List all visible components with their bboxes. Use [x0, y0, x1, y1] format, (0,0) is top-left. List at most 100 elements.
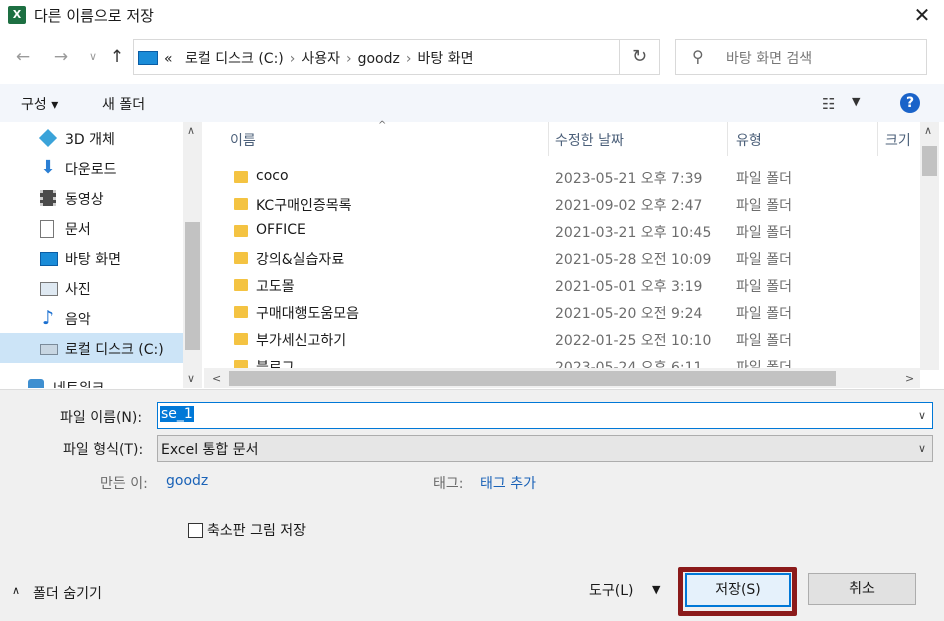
organize-button[interactable]: 구성 ▾ — [21, 94, 58, 114]
view-dropdown-icon[interactable]: ▼ — [852, 95, 860, 108]
sidebar-item-pictures[interactable]: 사진 — [0, 273, 183, 303]
close-button[interactable]: ✕ — [900, 0, 944, 30]
download-icon: ⬇ — [40, 157, 56, 178]
search-box[interactable]: ⚲ 바탕 화면 검색 — [675, 39, 927, 75]
search-input[interactable]: 바탕 화면 검색 — [726, 48, 812, 68]
column-divider[interactable] — [877, 122, 878, 156]
file-row[interactable]: 고도몰 2021-05-01 오후 3:19 파일 폴더 — [204, 272, 920, 299]
add-tag-link[interactable]: 태그 추가 — [480, 473, 536, 493]
chevron-down-icon[interactable]: ∨ — [918, 409, 926, 422]
sidebar-scrollbar-thumb[interactable] — [185, 222, 200, 350]
folder-icon — [234, 333, 248, 345]
column-header-type[interactable]: 유형 — [736, 130, 762, 150]
up-arrow-icon[interactable]: ↑ — [104, 44, 130, 70]
help-icon[interactable]: ? — [900, 93, 920, 113]
file-list-header: 이름 수정한 날짜 유형 크기 — [204, 122, 920, 156]
sidebar-item-local-disk[interactable]: 로컬 디스크 (C:) — [0, 333, 183, 363]
column-divider[interactable] — [548, 122, 549, 156]
tools-dropdown-icon[interactable]: ▼ — [652, 583, 660, 596]
filetype-label: 파일 형식(T): — [63, 442, 144, 458]
author-label: 만든 이: — [100, 476, 148, 492]
chevron-up-icon[interactable]: ∧ — [12, 584, 20, 597]
save-button[interactable]: 저장(S) — [685, 573, 791, 607]
sidebar-item-videos[interactable]: 동영상 — [0, 183, 183, 213]
author-value[interactable]: goodz — [166, 473, 208, 489]
document-icon — [40, 220, 54, 238]
sidebar-item-desktop[interactable]: 바탕 화면 — [0, 243, 183, 273]
scroll-down-icon[interactable]: ∨ — [187, 372, 195, 385]
sidebar-item-label: 네트워크 — [53, 378, 105, 388]
folder-icon — [234, 306, 248, 318]
folder-icon — [234, 360, 248, 368]
file-name: 블로그 — [256, 360, 295, 368]
column-header-name[interactable]: 이름 — [230, 130, 256, 150]
file-name: 고도몰 — [256, 279, 295, 295]
breadcrumb-item-users[interactable]: 사용자 — [301, 51, 340, 67]
tags-label: 태그: — [433, 476, 464, 492]
breadcrumb-item-desktop[interactable]: 바탕 화면 — [417, 51, 473, 67]
refresh-icon[interactable]: ↻ — [620, 39, 660, 75]
filename-input[interactable]: se_1 ∨ — [157, 402, 933, 429]
file-row[interactable]: coco 2023-05-21 오후 7:39 파일 폴더 — [204, 164, 920, 191]
file-date: 2023-05-21 오후 7:39 — [555, 171, 703, 187]
sidebar-item-documents[interactable]: 문서 — [0, 213, 183, 243]
save-thumbnail-checkbox[interactable] — [188, 523, 203, 538]
sidebar-item-label: 로컬 디스크 (C:) — [65, 342, 164, 358]
file-date: 2021-09-02 오후 2:47 — [555, 198, 703, 214]
scroll-up-icon[interactable]: ∧ — [187, 124, 195, 137]
cube-icon — [38, 128, 58, 148]
cancel-button[interactable]: 취소 — [808, 573, 916, 605]
sidebar-item-downloads[interactable]: ⬇ 다운로드 — [0, 153, 183, 183]
filetype-select[interactable]: Excel 통합 문서 ∨ — [157, 435, 933, 462]
search-icon: ⚲ — [692, 47, 704, 66]
scroll-up-icon[interactable]: ∧ — [924, 124, 932, 137]
sidebar-item-3d-objects[interactable]: 3D 개체 — [0, 123, 183, 153]
file-name: KC구매인증목록 — [256, 198, 352, 214]
file-list: coco 2023-05-21 오후 7:39 파일 폴더 KC구매인증목록 2… — [204, 160, 920, 368]
file-row[interactable]: 부가세신고하기 2022-01-25 오전 10:10 파일 폴더 — [204, 326, 920, 353]
picture-icon — [40, 282, 58, 296]
scroll-right-icon[interactable]: > — [905, 372, 914, 385]
forward-arrow-icon[interactable]: → — [48, 44, 74, 70]
file-date: 2021-05-01 오후 3:19 — [555, 279, 703, 295]
file-row[interactable]: OFFICE 2021-03-21 오후 10:45 파일 폴더 — [204, 218, 920, 245]
sidebar-item-music[interactable]: ♪ 음악 — [0, 303, 183, 333]
column-divider[interactable] — [727, 122, 728, 156]
breadcrumb-overflow[interactable]: « — [164, 51, 173, 67]
file-row[interactable]: 강의&실습자료 2021-05-28 오전 10:09 파일 폴더 — [204, 245, 920, 272]
sidebar-item-label: 문서 — [65, 222, 91, 238]
horizontal-scrollbar-thumb[interactable] — [229, 371, 836, 386]
breadcrumb-item-drive[interactable]: 로컬 디스크 (C:) — [185, 51, 284, 67]
file-row[interactable]: KC구매인증목록 2021-09-02 오후 2:47 파일 폴더 — [204, 191, 920, 218]
folder-icon — [234, 252, 248, 264]
file-row[interactable]: 블로그 2023-05-24 오후 6:11 파일 폴더 — [204, 353, 920, 368]
address-bar[interactable]: « 로컬 디스크 (C:) › 사용자 › goodz › 바탕 화면 — [133, 39, 620, 75]
sidebar-item-network[interactable]: 네트워크 — [0, 372, 171, 388]
folder-icon — [234, 225, 248, 237]
tools-button[interactable]: 도구(L) — [589, 580, 633, 600]
column-header-date[interactable]: 수정한 날짜 — [555, 130, 624, 150]
hide-folders-button[interactable]: 폴더 숨기기 — [33, 583, 102, 603]
chevron-down-icon[interactable]: ∨ — [918, 442, 926, 455]
view-options-icon[interactable]: ☷ — [822, 95, 835, 113]
sidebar-item-label: 음악 — [65, 312, 91, 328]
breadcrumb-item-user[interactable]: goodz — [358, 51, 400, 67]
file-row[interactable]: 구매대행도움모음 2021-05-20 오전 9:24 파일 폴더 — [204, 299, 920, 326]
navigation-pane: 3D 개체 ⬇ 다운로드 동영상 문서 바탕 화면 사진 ♪ 음악 로컬 디스크… — [0, 122, 183, 388]
file-date: 2021-05-28 오전 10:09 — [555, 252, 712, 268]
scroll-left-icon[interactable]: < — [212, 372, 221, 385]
new-folder-button[interactable]: 새 폴더 — [102, 94, 145, 114]
file-type: 파일 폴더 — [736, 306, 792, 322]
file-date: 2023-05-24 오후 6:11 — [555, 360, 703, 368]
save-thumbnail-label[interactable]: 축소판 그림 저장 — [207, 520, 306, 540]
vertical-scrollbar-thumb[interactable] — [922, 146, 937, 176]
sidebar-item-label: 다운로드 — [65, 162, 117, 178]
filetype-value: Excel 통합 문서 — [161, 442, 259, 458]
filename-value: se_1 — [160, 406, 194, 422]
breadcrumb: « 로컬 디스크 (C:) › 사용자 › goodz › 바탕 화면 — [164, 51, 474, 67]
recent-locations-chevron-icon[interactable]: ∨ — [80, 44, 106, 70]
back-arrow-icon[interactable]: ← — [10, 44, 36, 70]
filename-label: 파일 이름(N): — [60, 410, 143, 426]
column-header-size[interactable]: 크기 — [885, 130, 911, 150]
file-type: 파일 폴더 — [736, 225, 792, 241]
